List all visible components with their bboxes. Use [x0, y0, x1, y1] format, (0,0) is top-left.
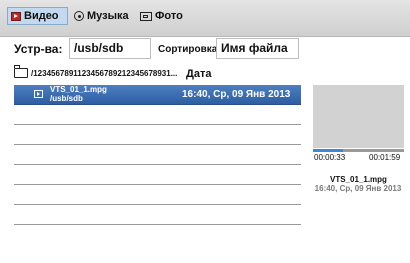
tab-music-label: Музыка [87, 10, 129, 22]
photo-icon [140, 11, 152, 21]
sort-label: Сортировка: [158, 44, 221, 55]
empty-row [14, 105, 301, 125]
playback-progress-fill [313, 149, 344, 152]
file-name: VTS_01_1.mpg [50, 85, 107, 94]
video-file-icon [34, 90, 43, 98]
file-path: /usb/sdb [50, 94, 83, 103]
current-path[interactable]: /123456789112345678921234567893​1... [14, 65, 178, 80]
tab-video-label: Видео [24, 10, 59, 22]
empty-row [14, 125, 301, 145]
file-list: VTS_01_1.mpg /usb/sdb 16:40, Ср, 09 Янв … [14, 85, 301, 225]
music-icon [74, 11, 84, 21]
tab-video[interactable]: Видео [7, 7, 68, 25]
playback-progress[interactable] [313, 149, 404, 152]
folder-icon [14, 65, 28, 78]
date-column-header: Дата [186, 68, 212, 80]
tab-photo[interactable]: Фото [137, 7, 195, 25]
video-icon [11, 11, 21, 21]
total-time: 00:01:59 [369, 153, 401, 162]
sort-select[interactable]: Имя файла [216, 38, 299, 59]
device-select[interactable]: /usb/sdb [69, 38, 151, 59]
tab-photo-label: Фото [155, 10, 183, 22]
file-date: 16:40, Ср, 09 Янв 2013 [182, 89, 291, 100]
preview-file-date: 16:40, Ср, 09 Янв 2013 [314, 184, 402, 193]
empty-row [14, 185, 301, 205]
path-text: /123456789112345678921234567893​1... [31, 68, 178, 78]
empty-row [14, 205, 301, 225]
video-preview [313, 85, 404, 148]
media-tab-bar: Видео Музыка Фото [0, 0, 410, 37]
file-row[interactable]: VTS_01_1.mpg /usb/sdb 16:40, Ср, 09 Янв … [14, 85, 301, 105]
empty-row [14, 165, 301, 185]
device-label: Устр-ва: [14, 42, 63, 56]
current-time: 00:00:33 [314, 153, 346, 162]
tab-music[interactable]: Музыка [71, 7, 135, 25]
preview-file-name: VTS_01_1.mpg [330, 175, 387, 184]
empty-row [14, 145, 301, 165]
